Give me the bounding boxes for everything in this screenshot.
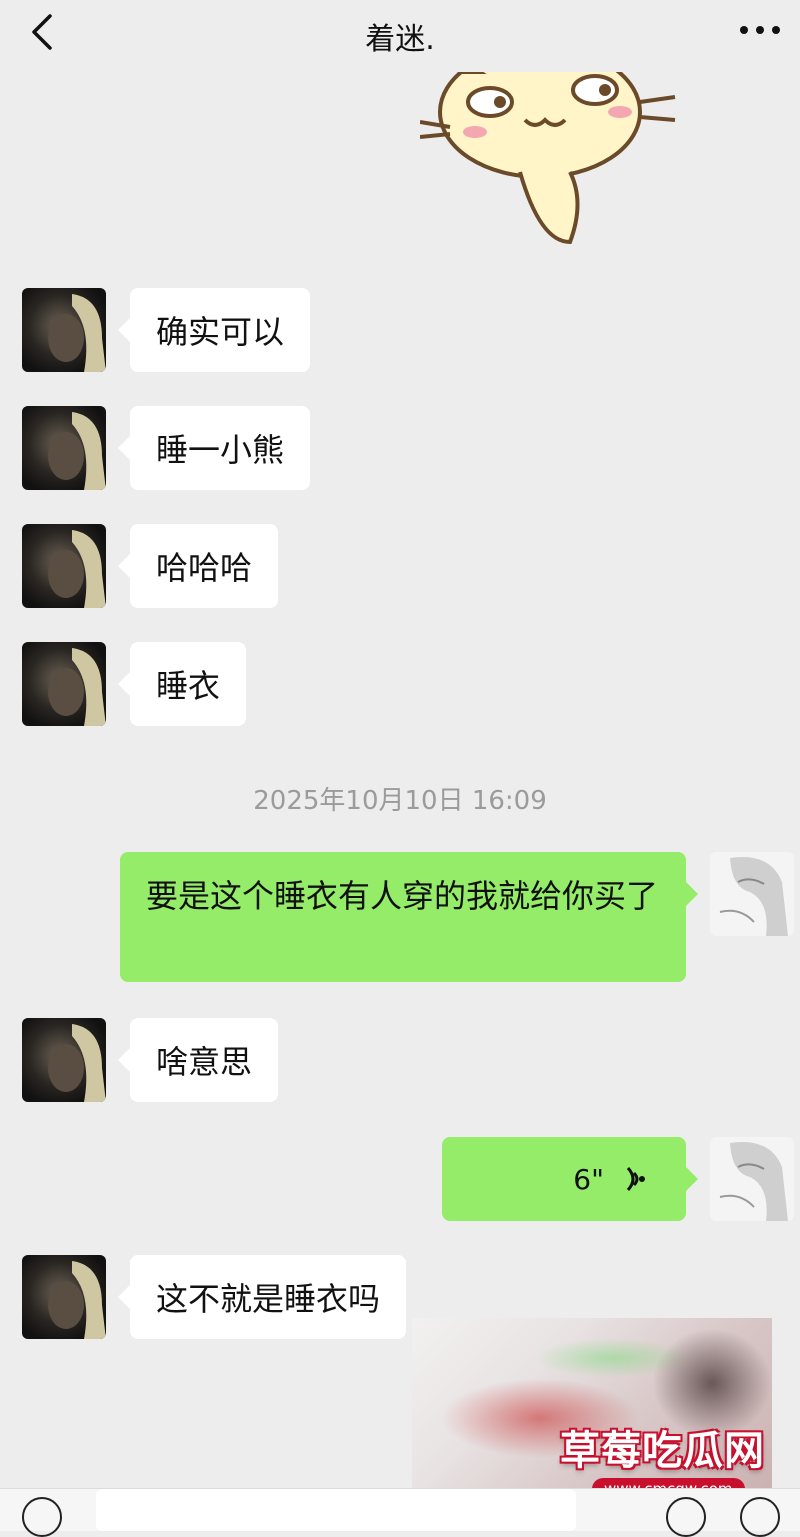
self-avatar[interactable] [710, 1137, 794, 1221]
voice-message-bubble[interactable]: 6" [442, 1137, 698, 1221]
watermark-overlay: 草莓吃瓜网 www.cmcgw.com [412, 1318, 772, 1508]
contact-avatar[interactable] [22, 288, 106, 372]
message-bubble-received[interactable]: 确实可以 [117, 288, 311, 372]
message-bubble-received[interactable]: 哈哈哈 [117, 524, 279, 608]
emoji-icon[interactable] [666, 1497, 706, 1537]
watermark-brand: 草莓吃瓜网 [560, 1428, 765, 1474]
voice-toggle-icon[interactable] [22, 1497, 62, 1537]
input-bar [0, 1488, 800, 1537]
message-input[interactable] [96, 1489, 576, 1531]
message-text: 哈哈哈 [156, 549, 253, 587]
message-text: 睡一小熊 [156, 431, 285, 469]
contact-avatar[interactable] [22, 406, 106, 490]
contact-avatar[interactable] [22, 1255, 106, 1339]
contact-avatar[interactable] [22, 524, 106, 608]
self-avatar[interactable] [710, 852, 794, 936]
more-dots-icon[interactable] [738, 18, 782, 42]
message-bubble-received[interactable]: 啥意思 [117, 1018, 279, 1102]
contact-avatar[interactable] [22, 642, 106, 726]
chat-title: 着迷. [365, 22, 435, 57]
chat-timestamp: 2025年10月10日 16:09 [253, 786, 547, 816]
message-text: 要是这个睡衣有人穿的我就给你买了 [146, 877, 659, 915]
plus-icon[interactable] [740, 1497, 780, 1537]
message-text: 睡衣 [156, 667, 221, 705]
cat-sticker[interactable] [420, 72, 680, 252]
chat-header: 着迷. [0, 0, 800, 72]
message-text: 啥意思 [156, 1043, 253, 1081]
voice-duration: 6" [573, 1162, 604, 1196]
message-bubble-received[interactable]: 睡一小熊 [117, 406, 311, 490]
message-bubble-received[interactable]: 睡衣 [117, 642, 247, 726]
message-text: 这不就是睡衣吗 [156, 1280, 381, 1318]
message-bubble-sent[interactable]: 要是这个睡衣有人穿的我就给你买了 [120, 852, 698, 982]
message-bubble-received[interactable]: 这不就是睡衣吗 [117, 1255, 407, 1339]
message-text: 确实可以 [156, 313, 285, 351]
voice-wave-icon [626, 1166, 645, 1192]
contact-avatar[interactable] [22, 1018, 106, 1102]
